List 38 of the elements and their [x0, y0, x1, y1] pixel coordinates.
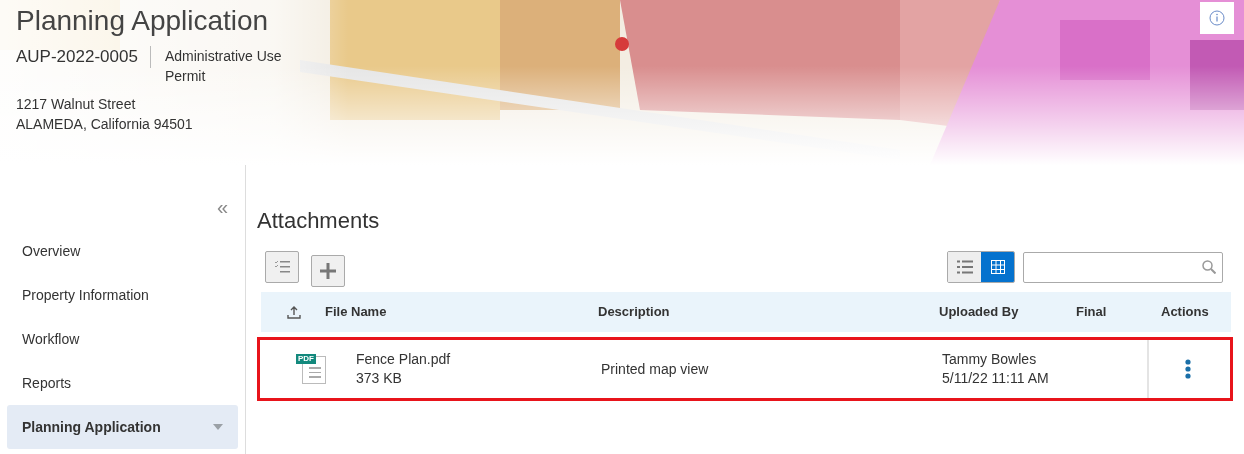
uploader-name: Tammy Bowles	[942, 350, 1038, 369]
record-type: Administrative Use Permit	[163, 47, 283, 86]
file-name[interactable]: Fence Plan.pdf	[356, 350, 601, 369]
more-icon	[1185, 359, 1191, 379]
plus-icon	[320, 263, 336, 279]
section-title: Attachments	[257, 207, 381, 235]
checklist-button[interactable]	[265, 251, 299, 283]
column-header: Final	[1076, 303, 1107, 322]
info-button[interactable]	[1200, 2, 1234, 34]
add-button[interactable]	[311, 255, 345, 287]
search-icon	[1202, 260, 1216, 274]
search-field[interactable]	[1023, 251, 1223, 283]
nav-item[interactable]: Overview	[7, 229, 238, 273]
page-title: Planning Application	[16, 4, 269, 38]
column-header: Description	[598, 303, 670, 322]
column-header: Uploaded By	[939, 303, 1019, 322]
upload-icon	[287, 305, 301, 319]
column-header: File Name	[325, 303, 387, 322]
grid-icon	[990, 260, 1005, 274]
checklist-icon	[274, 260, 290, 274]
file-size: 373 KB	[356, 369, 403, 388]
upload-date: 5/11/22 11:11 AM	[942, 369, 1050, 388]
table-row[interactable]: PDF Fence Plan.pdf 373 KB Printed map view Tammy Bowles 5/11/22 11:11 AM	[257, 337, 1233, 401]
list-icon	[956, 260, 973, 274]
nav-item[interactable]: Property Information	[7, 273, 238, 317]
record-id: AUP-2022-0005	[16, 46, 151, 68]
column-header: Actions	[1160, 303, 1209, 322]
collapse-button[interactable]: «	[216, 197, 228, 217]
nav-item[interactable]: Workflow	[7, 317, 238, 361]
nav-item[interactable]: Planning Application	[7, 405, 238, 449]
address-line: ALAMEDA, California 94501	[16, 115, 194, 134]
info-icon	[1209, 10, 1225, 26]
more-actions-button[interactable]	[1182, 357, 1194, 381]
grid-view-button[interactable]	[981, 252, 1014, 282]
address-line: 1217 Walnut Street	[16, 95, 137, 114]
nav-item[interactable]: Reports	[7, 361, 238, 405]
list-view-button[interactable]	[948, 252, 981, 282]
table-cell-text: Printed map view	[601, 359, 710, 379]
